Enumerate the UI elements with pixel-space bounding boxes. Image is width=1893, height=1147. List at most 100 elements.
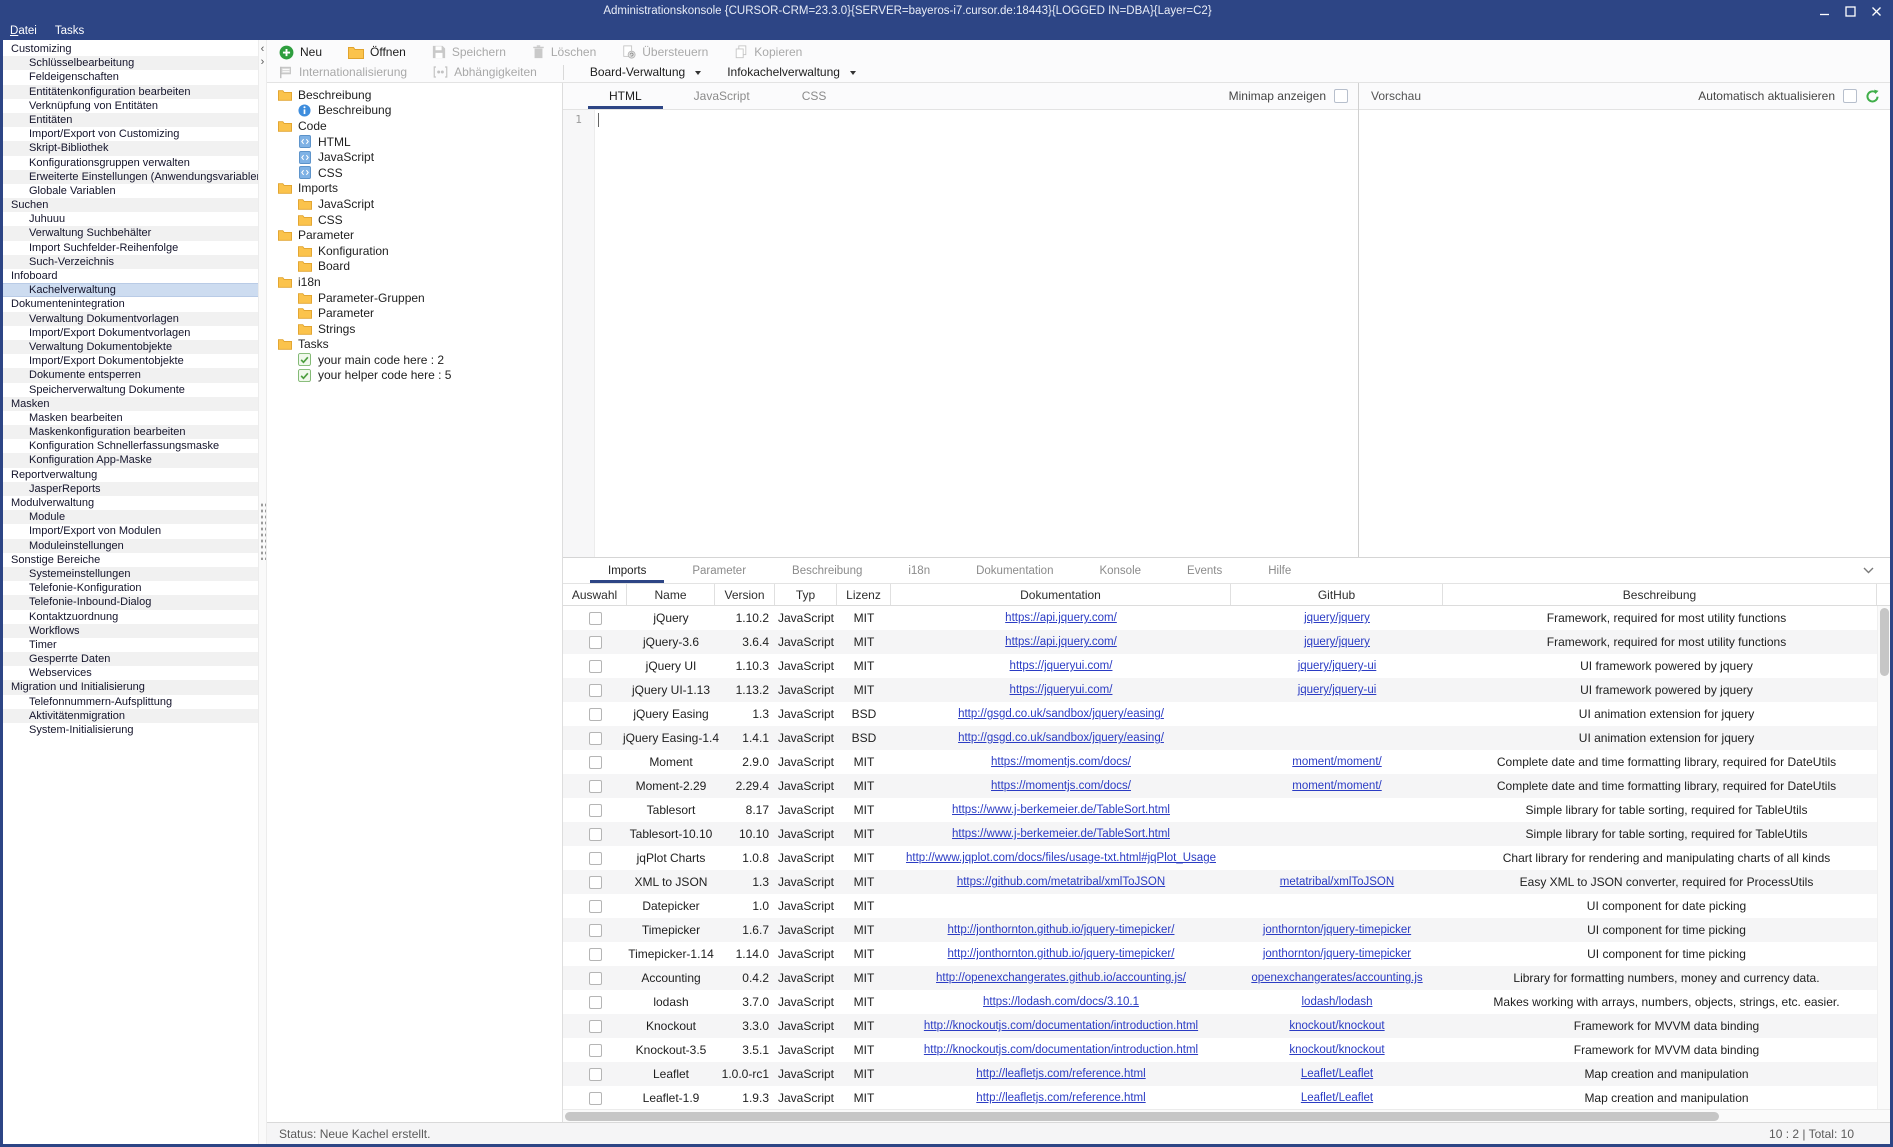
sidebar-item[interactable]: Migration und Initialisierung — [3, 680, 258, 694]
sidebar-item[interactable]: Dokumentenintegration — [3, 297, 258, 311]
sidebar-item[interactable]: Such-Verzeichnis — [3, 255, 258, 269]
sidebar-item[interactable]: Masken bearbeiten — [3, 411, 258, 425]
row-checkbox[interactable] — [589, 1044, 602, 1057]
details-tab-hilfe[interactable]: Hilfe — [1245, 558, 1314, 583]
tree-item[interactable]: Board — [267, 259, 562, 275]
sidebar-item[interactable]: Customizing — [3, 42, 258, 56]
details-tab-imports[interactable]: Imports — [585, 558, 669, 583]
sidebar-item[interactable]: Moduleinstellungen — [3, 539, 258, 553]
sidebar-item[interactable]: Telefonie-Inbound-Dialog — [3, 595, 258, 609]
table-row[interactable]: Timepicker1.6.7JavaScriptMIThttp://jonth… — [563, 918, 1890, 942]
row-checkbox[interactable] — [589, 828, 602, 841]
github-link[interactable]: openexchangerates/accounting.js — [1251, 972, 1422, 984]
sidebar-item[interactable]: Schlüsselbearbeitung — [3, 56, 258, 70]
table-row[interactable]: Tablesort-10.1010.10JavaScriptMIThttps:/… — [563, 822, 1890, 846]
sidebar-item[interactable]: Masken — [3, 397, 258, 411]
sidebar-item[interactable]: Import Suchfelder-Reihenfolge — [3, 241, 258, 255]
table-row[interactable]: lodash3.7.0JavaScriptMIThttps://lodash.c… — [563, 990, 1890, 1014]
github-link[interactable]: jonthornton/jquery-timepicker — [1263, 948, 1411, 960]
tree-item[interactable]: Beschreibung — [267, 103, 562, 119]
collapse-left-icon[interactable]: ‹ — [261, 43, 265, 56]
sidebar-item[interactable]: Telefonnummern-Aufsplittung — [3, 695, 258, 709]
tree-item[interactable]: your helper code here : 5 — [267, 368, 562, 384]
tree-item[interactable]: Konfiguration — [267, 243, 562, 259]
github-link[interactable]: jquery/jquery-ui — [1298, 660, 1377, 672]
sidebar-item[interactable]: Dokumente entsperren — [3, 368, 258, 382]
infokachelverwaltung-button[interactable]: Infokachelverwaltung — [727, 65, 856, 79]
row-checkbox[interactable] — [589, 684, 602, 697]
row-checkbox[interactable] — [589, 708, 602, 721]
collapse-right-icon[interactable]: › — [261, 56, 265, 69]
sidebar-item[interactable]: Entitätenkonfiguration bearbeiten — [3, 85, 258, 99]
neu-button[interactable]: Neu — [279, 45, 322, 60]
tree-item[interactable]: Imports — [267, 181, 562, 197]
menu-tasks[interactable]: Tasks — [55, 25, 84, 37]
horizontal-scroll-thumb[interactable] — [565, 1112, 1719, 1121]
table-row[interactable]: jQuery Easing1.3JavaScriptBSDhttp://gsgd… — [563, 702, 1890, 726]
tree-item[interactable]: Parameter-Gruppen — [267, 290, 562, 306]
documentation-link[interactable]: https://www.j-berkemeier.de/TableSort.ht… — [952, 804, 1170, 816]
row-checkbox[interactable] — [589, 636, 602, 649]
sidebar-item[interactable]: Import/Export Dokumentobjekte — [3, 354, 258, 368]
github-link[interactable]: jquery/jquery — [1304, 636, 1370, 648]
internationalisierung-button[interactable]: Internationalisierung — [279, 65, 407, 79]
details-tab-dokumentation[interactable]: Dokumentation — [953, 558, 1076, 583]
sidebar-item[interactable]: Globale Variablen — [3, 184, 258, 198]
table-row[interactable]: Accounting0.4.2JavaScriptMIThttp://opene… — [563, 966, 1890, 990]
tree-item[interactable]: your main code here : 2 — [267, 352, 562, 368]
documentation-link[interactable]: http://knockoutjs.com/documentation/intr… — [924, 1020, 1198, 1032]
documentation-link[interactable]: http://knockoutjs.com/documentation/intr… — [924, 1044, 1198, 1056]
sidebar-item[interactable]: Erweiterte Einstellungen (Anwendungsvari… — [3, 170, 258, 184]
sidebar-item[interactable]: JasperReports — [3, 482, 258, 496]
sidebar-item[interactable]: Feldeigenschaften — [3, 70, 258, 84]
tree-item[interactable]: Parameter — [267, 305, 562, 321]
sidebar-item[interactable]: Aktivitätenmigration — [3, 709, 258, 723]
tree-item[interactable]: Code — [267, 118, 562, 134]
sidebar-item[interactable]: Import/Export von Modulen — [3, 524, 258, 538]
board-verwaltung-button[interactable]: Board-Verwaltung — [590, 65, 701, 79]
row-checkbox[interactable] — [589, 1020, 602, 1033]
sidebar-item[interactable]: Webservices — [3, 666, 258, 680]
row-checkbox[interactable] — [589, 1068, 602, 1081]
sidebar-item[interactable]: Modulverwaltung — [3, 496, 258, 510]
sidebar-item[interactable]: Gesperrte Daten — [3, 652, 258, 666]
table-row[interactable]: Tablesort8.17JavaScriptMIThttps://www.j-… — [563, 798, 1890, 822]
documentation-link[interactable]: https://momentjs.com/docs/ — [991, 756, 1131, 768]
sidebar-item[interactable]: Import/Export von Customizing — [3, 127, 258, 141]
sidebar-item[interactable]: Verknüpfung von Entitäten — [3, 99, 258, 113]
github-link[interactable]: lodash/lodash — [1302, 996, 1373, 1008]
panel-collapse-icon[interactable] — [1863, 558, 1890, 583]
documentation-link[interactable]: http://gsgd.co.uk/sandbox/jquery/easing/ — [958, 732, 1164, 744]
editor-tab-javascript[interactable]: JavaScript — [668, 83, 776, 109]
tree-item[interactable]: Tasks — [267, 337, 562, 353]
table-row[interactable]: jQuery UI-1.131.13.2JavaScriptMIThttps:/… — [563, 678, 1890, 702]
documentation-link[interactable]: http://jonthornton.github.io/jquery-time… — [948, 948, 1175, 960]
-ffnen-button[interactable]: Öffnen — [348, 45, 406, 59]
row-checkbox[interactable] — [589, 852, 602, 865]
github-link[interactable]: metatribal/xmlToJSON — [1280, 876, 1394, 888]
table-row[interactable]: jQuery-3.63.6.4JavaScriptMIThttps://api.… — [563, 630, 1890, 654]
details-tab-beschreibung[interactable]: Beschreibung — [769, 558, 885, 583]
documentation-link[interactable]: https://jqueryui.com/ — [1010, 660, 1113, 672]
row-checkbox[interactable] — [589, 804, 602, 817]
row-checkbox[interactable] — [589, 756, 602, 769]
sidebar-item[interactable]: Suchen — [3, 198, 258, 212]
row-checkbox[interactable] — [589, 660, 602, 673]
sidebar-item[interactable]: Speicherverwaltung Dokumente — [3, 383, 258, 397]
sidebar-item[interactable]: Kontaktzuordnung — [3, 610, 258, 624]
documentation-link[interactable]: http://leafletjs.com/reference.html — [976, 1092, 1145, 1104]
row-checkbox[interactable] — [589, 924, 602, 937]
sidebar-item[interactable]: Timer — [3, 638, 258, 652]
github-link[interactable]: Leaflet/Leaflet — [1301, 1092, 1373, 1104]
maximize-button[interactable] — [1837, 1, 1863, 21]
github-link[interactable]: moment/moment/ — [1292, 780, 1381, 792]
row-checkbox[interactable] — [589, 900, 602, 913]
table-row[interactable]: XML to JSON1.3JavaScriptMIThttps://githu… — [563, 870, 1890, 894]
tree-item[interactable]: JavaScript — [267, 149, 562, 165]
tree-item[interactable]: JavaScript — [267, 196, 562, 212]
documentation-link[interactable]: http://openexchangerates.github.io/accou… — [936, 972, 1186, 984]
sidebar-item[interactable]: Konfigurationsgruppen verwalten — [3, 156, 258, 170]
row-checkbox[interactable] — [589, 780, 602, 793]
row-checkbox[interactable] — [589, 876, 602, 889]
sidebar-item[interactable]: Sonstige Bereiche — [3, 553, 258, 567]
